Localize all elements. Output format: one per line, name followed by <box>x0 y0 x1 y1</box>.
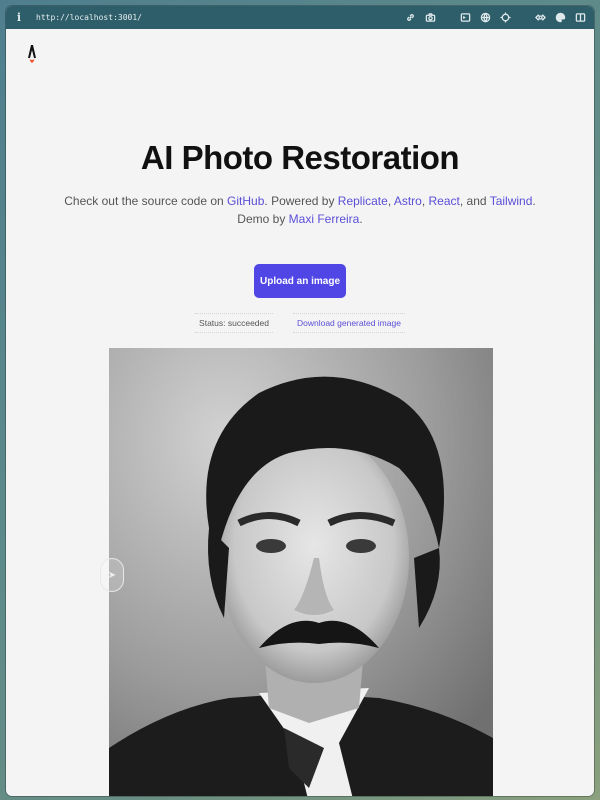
address-bar[interactable]: http://localhost:3001/ <box>36 13 405 22</box>
info-icon[interactable]: i <box>14 11 24 24</box>
browser-window: i http://localhost:3001/ AI Photo Restor… <box>6 6 594 796</box>
desc-text: Check out the source code on <box>64 194 228 208</box>
astro-logo-icon[interactable] <box>24 42 40 64</box>
compare-slider-handle[interactable]: ➤ <box>100 558 124 592</box>
desc-text: . <box>359 212 363 226</box>
tailwind-link[interactable]: Tailwind <box>490 194 533 208</box>
globe-icon[interactable] <box>480 12 491 23</box>
camera-icon[interactable] <box>425 12 436 23</box>
astro-link[interactable]: Astro <box>394 194 422 208</box>
browser-toolbar: i http://localhost:3001/ <box>6 6 594 29</box>
desc-text: . Powered by <box>264 194 338 208</box>
link-icon[interactable] <box>405 12 416 23</box>
upload-image-button[interactable]: Upload an image <box>254 264 346 298</box>
status-text: Status: succeeded <box>195 313 273 333</box>
react-link[interactable]: React <box>429 194 460 208</box>
code-icon[interactable] <box>535 12 546 23</box>
page-title: AI Photo Restoration <box>140 139 460 176</box>
desc-text: , <box>421 194 429 208</box>
terminal-icon[interactable] <box>460 12 471 23</box>
github-link[interactable]: GitHub <box>227 194 264 208</box>
status-row: Status: succeeded Download generated ima… <box>6 313 594 333</box>
page-description: Check out the source code on GitHub. Pow… <box>46 192 554 228</box>
toolbar-icons <box>405 12 586 23</box>
sidebar-icon[interactable] <box>575 12 586 23</box>
desc-text: Demo by <box>237 212 289 226</box>
crosshair-icon[interactable] <box>500 12 511 23</box>
desc-text: . <box>532 194 536 208</box>
cursor-icon: ➤ <box>107 569 117 581</box>
portrait-image <box>109 348 493 796</box>
download-image-link[interactable]: Download generated image <box>292 313 405 333</box>
palette-icon[interactable] <box>555 12 566 23</box>
author-link[interactable]: Maxi Ferreira <box>289 212 360 226</box>
restored-photo <box>109 348 493 796</box>
desc-text: , and <box>459 194 490 208</box>
page-content: AI Photo Restoration Check out the sourc… <box>6 29 594 796</box>
replicate-link[interactable]: Replicate <box>338 194 388 208</box>
